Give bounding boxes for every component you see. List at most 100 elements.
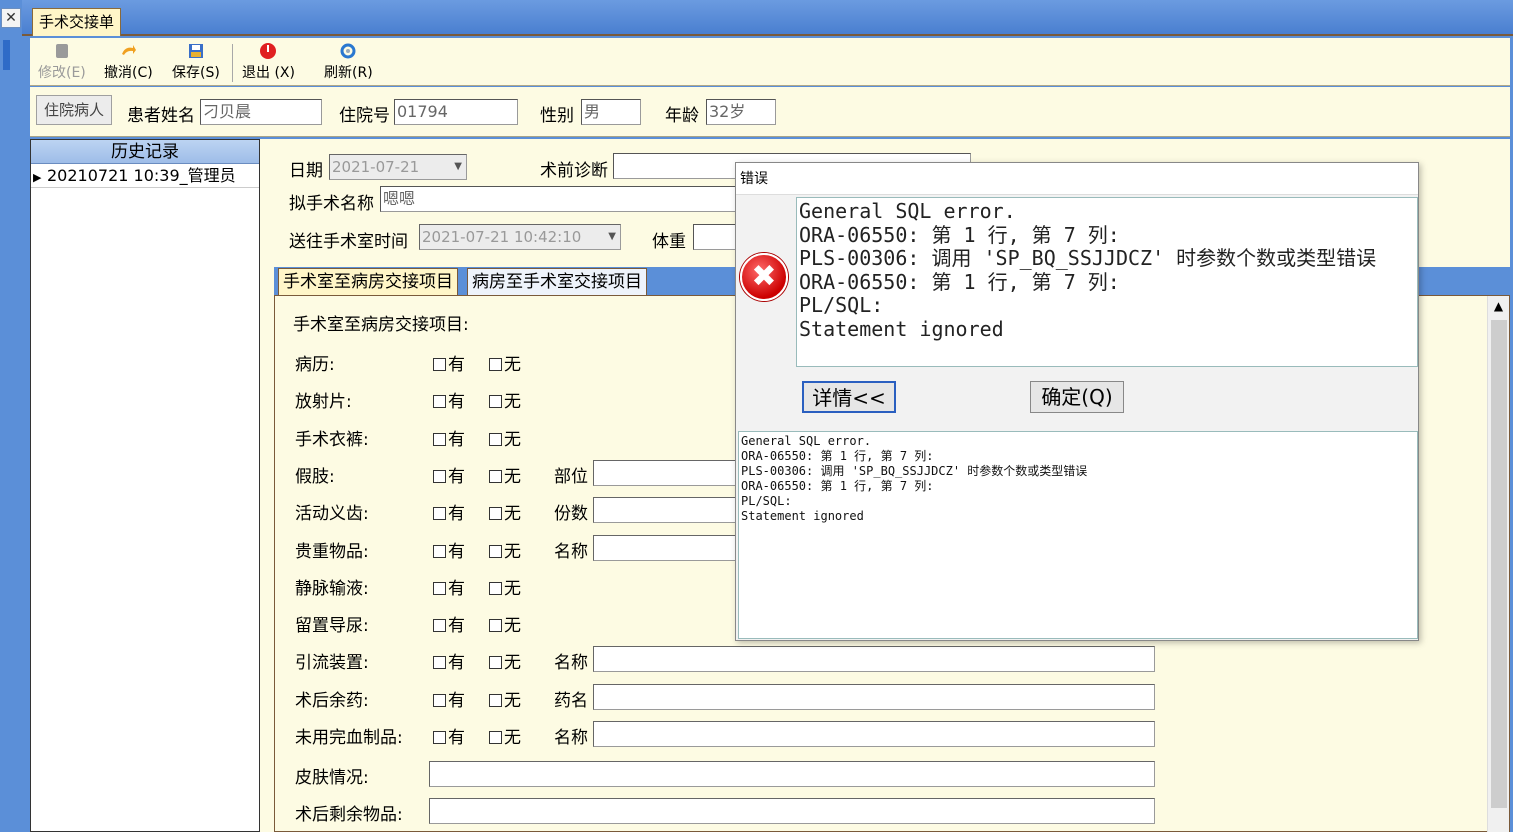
exit-label: 退出 (X)	[242, 65, 295, 81]
history-row[interactable]: ▶ 20210721 10:39_管理员	[31, 164, 259, 188]
checkbox-icon	[433, 731, 446, 744]
yes-label: 有	[448, 392, 465, 412]
yes-checkbox[interactable]: 有	[433, 611, 465, 636]
no-label: 无	[504, 430, 521, 450]
yes-checkbox[interactable]: 有	[433, 648, 465, 673]
surgery-name-field[interactable]: 嗯嗯	[380, 186, 760, 212]
refresh-icon	[340, 43, 356, 59]
age-field[interactable]: 32岁	[706, 99, 776, 125]
scrollbar-thumb[interactable]	[1491, 320, 1507, 808]
yes-checkbox[interactable]: 有	[433, 387, 465, 412]
error-message: General SQL error. ORA-06550: 第 1 行, 第 7…	[796, 197, 1418, 367]
yes-label: 有	[448, 467, 465, 487]
no-label: 无	[504, 504, 521, 524]
no-checkbox[interactable]: 无	[489, 537, 521, 562]
yes-checkbox[interactable]: 有	[433, 425, 465, 450]
scroll-up-icon[interactable]: ▲	[1488, 296, 1509, 316]
checkbox-icon	[433, 656, 446, 669]
dialog-title: 错误	[736, 163, 1418, 195]
toolbar-separator	[232, 44, 233, 82]
no-label: 无	[504, 467, 521, 487]
yes-label: 有	[448, 691, 465, 711]
item-sub-label: 药名	[554, 691, 588, 711]
no-checkbox[interactable]: 无	[489, 611, 521, 636]
gender-label: 性别	[540, 106, 574, 126]
surgery-name-label: 拟手术名称	[289, 194, 374, 214]
no-checkbox[interactable]: 无	[489, 499, 521, 524]
yes-label: 有	[448, 653, 465, 673]
item-sub-label: 名称	[554, 653, 588, 673]
no-label: 无	[504, 542, 521, 562]
gender-field[interactable]: 男	[581, 99, 641, 125]
no-checkbox[interactable]: 无	[489, 574, 521, 599]
inpatient-button[interactable]: 住院病人	[36, 95, 112, 125]
tab-or-to-ward[interactable]: 手术室至病房交接项目	[278, 268, 458, 295]
skin-row: 皮肤情况:	[295, 759, 1495, 789]
error-detail-text: General SQL error. ORA-06550: 第 1 行, 第 7…	[738, 431, 1418, 639]
checkbox-icon	[489, 619, 502, 632]
tab-ward-to-or[interactable]: 病房至手术室交接项目	[467, 268, 647, 295]
refresh-button[interactable]: 刷新(R)	[324, 42, 373, 82]
item-detail-input[interactable]	[593, 721, 1155, 747]
save-icon	[188, 44, 203, 58]
item-label: 手术衣裤:	[295, 430, 369, 450]
yes-label: 有	[448, 579, 465, 599]
error-dialog: 错误 ✖ General SQL error. ORA-06550: 第 1 行…	[735, 162, 1419, 641]
yes-checkbox[interactable]: 有	[433, 537, 465, 562]
send-time-picker[interactable]: 2021-07-21 10:42:10 ▼	[419, 224, 621, 250]
date-picker[interactable]: 2021-07-21 ▼	[329, 154, 467, 180]
no-checkbox[interactable]: 无	[489, 387, 521, 412]
send-time-value: 2021-07-21 10:42:10	[422, 228, 582, 246]
patient-name-label: 患者姓名	[127, 106, 195, 126]
item-label: 放射片:	[295, 392, 352, 412]
save-button[interactable]: 保存(S)	[172, 42, 220, 82]
yes-checkbox[interactable]: 有	[433, 574, 465, 599]
yes-checkbox[interactable]: 有	[433, 499, 465, 524]
age-label: 年龄	[665, 106, 699, 126]
yes-checkbox[interactable]: 有	[433, 686, 465, 711]
no-label: 无	[504, 728, 521, 748]
history-row-text: 20210721 10:39_管理员	[47, 166, 236, 185]
close-icon[interactable]: ✕	[1, 8, 21, 28]
checkbox-icon	[433, 507, 446, 520]
no-label: 无	[504, 653, 521, 673]
remaining-row: 术后剩余物品:	[295, 796, 1495, 826]
remaining-items-input[interactable]	[429, 798, 1155, 824]
admission-number-field[interactable]: 01794	[394, 99, 518, 125]
item-sub-label: 份数	[554, 504, 588, 524]
modify-label: 修改(E)	[38, 65, 86, 81]
yes-checkbox[interactable]: 有	[433, 350, 465, 375]
checkbox-icon	[489, 358, 502, 371]
no-label: 无	[504, 691, 521, 711]
patient-bar: 住院病人 患者姓名 刁贝晨 住院号 01794 性别 男 年龄 32岁	[30, 87, 1510, 137]
item-label: 假肢:	[295, 467, 335, 487]
no-checkbox[interactable]: 无	[489, 425, 521, 450]
yes-checkbox[interactable]: 有	[433, 723, 465, 748]
undo-button[interactable]: 撤消(C)	[104, 42, 153, 82]
modify-button[interactable]: 修改(E)	[38, 42, 86, 82]
checkbox-icon	[489, 433, 502, 446]
power-icon	[260, 43, 277, 59]
item-detail-input[interactable]	[593, 684, 1155, 710]
yes-checkbox[interactable]: 有	[433, 462, 465, 487]
checkbox-icon	[433, 619, 446, 632]
no-checkbox[interactable]: 无	[489, 648, 521, 673]
item-sub-label: 名称	[554, 542, 588, 562]
preop-diagnosis-label: 术前诊断	[540, 161, 608, 181]
no-checkbox[interactable]: 无	[489, 462, 521, 487]
checkbox-icon	[489, 694, 502, 707]
no-checkbox[interactable]: 无	[489, 686, 521, 711]
skin-condition-input[interactable]	[429, 761, 1155, 787]
item-detail-input[interactable]	[593, 646, 1155, 672]
exit-button[interactable]: 退出 (X)	[242, 42, 295, 82]
patient-name-field[interactable]: 刁贝晨	[200, 99, 322, 125]
date-value: 2021-07-21	[332, 158, 420, 176]
tab-surgery-handover[interactable]: 手术交接单	[32, 8, 122, 36]
item-label: 病历:	[295, 355, 335, 375]
details-button[interactable]: 详情<<	[802, 381, 896, 413]
no-checkbox[interactable]: 无	[489, 723, 521, 748]
no-checkbox[interactable]: 无	[489, 350, 521, 375]
checkbox-icon	[433, 395, 446, 408]
vertical-scrollbar[interactable]: ▲	[1487, 296, 1509, 832]
ok-button[interactable]: 确定(Q)	[1030, 381, 1124, 413]
